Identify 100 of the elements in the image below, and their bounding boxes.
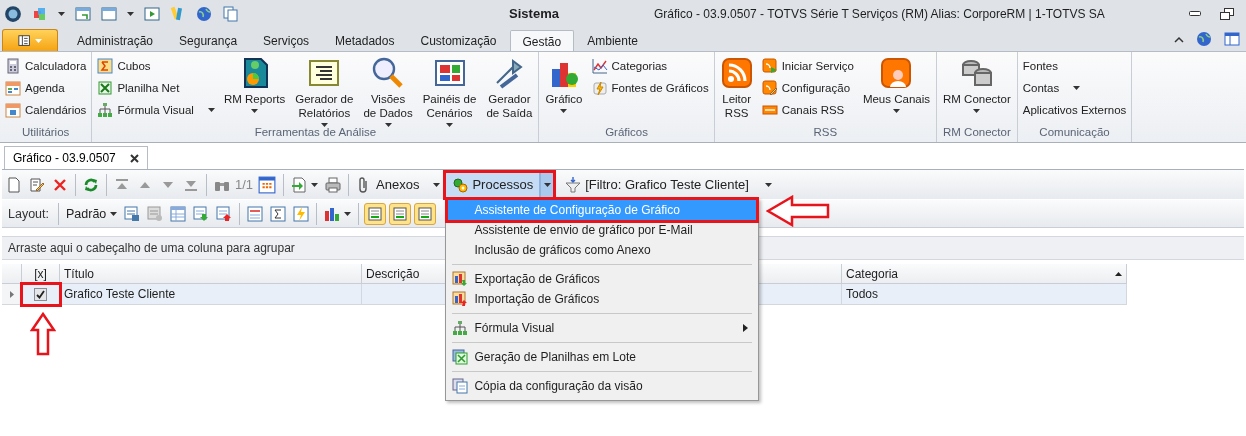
view-toggle-button[interactable] [364, 202, 387, 225]
window-icon [75, 5, 91, 22]
ribbon-large-button[interactable]: RM Reports [219, 54, 290, 113]
ribbon-tab[interactable]: Ambiente [574, 29, 651, 51]
ribbon-button[interactable]: Fontes de Gráficos [588, 78, 712, 98]
menu-item[interactable]: Importação de Gráficos [448, 288, 757, 309]
close-icon[interactable] [129, 153, 139, 163]
ribbon-group-label: Utilitários [21, 126, 71, 140]
collapse-icon[interactable] [1174, 35, 1184, 43]
table-cell: Grafico Teste Cliente [60, 284, 362, 305]
group-panel-hint: Arraste aqui o cabeçalho de uma coluna para agrupar [8, 241, 295, 255]
rss-icon [720, 57, 753, 89]
sigma-icon [97, 58, 114, 74]
gears-icon [452, 176, 469, 193]
grid-save-icon [124, 205, 141, 222]
record-counter: 1/1 [235, 177, 254, 192]
menu-item[interactable]: Inclusão de gráficos como Anexo [448, 239, 757, 260]
spreadsheet-icon [97, 80, 114, 96]
app-orb-icon [4, 4, 22, 23]
calculator-icon [5, 58, 21, 74]
table-columns-icon [247, 205, 264, 222]
ribbon-large-button[interactable]: Visões de Dados [359, 54, 417, 127]
ribbon-button[interactable]: Calendários [2, 100, 90, 120]
spreadsheet-stack-icon [452, 348, 469, 365]
ribbon-button[interactable]: Iniciar Serviço [758, 56, 857, 76]
new-document-icon [6, 176, 22, 193]
window-title: Gráfico - 03.9.0507 - TOTVS Série T Serviços (RM) Alias: CorporeRM | 1-TOTVS SA [654, 6, 1105, 21]
ribbon-button[interactable]: Configuração [758, 78, 857, 98]
attachments-button[interactable]: Anexos [354, 172, 443, 197]
table-upload-icon [216, 205, 233, 222]
bar-chart-icon [324, 205, 341, 222]
ribbon-tab[interactable]: Customização [407, 29, 510, 51]
restore-button[interactable] [1218, 6, 1236, 21]
ribbon-button[interactable]: Canais RSS [758, 100, 857, 120]
rss-icon [761, 80, 778, 96]
restore-icon [1220, 7, 1234, 20]
ribbon-tab[interactable]: Segurança [166, 29, 251, 51]
ribbon-button[interactable]: Calculadora [2, 56, 90, 76]
ribbon-group-label: RM Conector [942, 126, 1012, 140]
processes-dropdown-button[interactable] [540, 171, 555, 198]
annotation-arrow [30, 312, 56, 356]
checkbox[interactable] [34, 287, 47, 301]
ribbon-tab[interactable]: Serviços [250, 29, 323, 51]
menu-icon [18, 33, 32, 48]
lightning-icon [591, 80, 608, 96]
globe-icon [196, 5, 212, 22]
menu-item[interactable]: Geração de Planilhas em Lote [448, 346, 757, 367]
column-header[interactable]: [x] [22, 264, 60, 284]
hierarchy-icon [97, 102, 114, 118]
ribbon-tab[interactable]: Administração [64, 29, 167, 51]
minimize-icon [1189, 10, 1201, 17]
menu-item[interactable]: Assistente de envio de gráfico por E-Mail [448, 219, 757, 240]
ribbon-large-button[interactable]: Gráfico [541, 54, 587, 113]
ribbon-button[interactable]: Fórmula Visual [94, 100, 218, 120]
chart-download-icon [452, 270, 469, 287]
sort-ascending-icon [1115, 271, 1122, 276]
row-indicator-icon [9, 290, 14, 298]
column-header[interactable]: Título [60, 264, 362, 284]
document-tab[interactable]: Gráfico - 03.9.0507 [4, 146, 148, 169]
ribbon-group-label: Ferramentas de Análise [253, 126, 378, 140]
ribbon-large-button[interactable]: RM Conector [939, 54, 1015, 113]
ribbon-tab[interactable]: Metadados [322, 29, 408, 51]
ribbon-tab[interactable]: Gestão [509, 30, 575, 52]
layout-dropdown[interactable]: Padrão [64, 201, 120, 226]
table-lightning-icon [293, 205, 310, 222]
application-menu-button[interactable] [2, 29, 58, 51]
menu-item[interactable]: Fórmula Visual [448, 317, 757, 338]
view-toggle-button[interactable] [414, 202, 437, 225]
ribbon-button[interactable]: Cubos [94, 56, 218, 76]
column-header[interactable]: Categoria [842, 264, 1127, 284]
caret-icon [543, 182, 551, 187]
caret-icon [110, 211, 118, 216]
ribbon-large-button[interactable]: Leitor RSS [716, 54, 757, 120]
ribbon-button[interactable]: Categorias [588, 56, 712, 76]
ribbon-button[interactable]: Agenda [2, 78, 90, 98]
filter-icon [565, 176, 582, 193]
ribbon-large-button[interactable]: Gerador de Saída [482, 54, 537, 120]
caret-icon [35, 38, 42, 43]
refresh-icon [83, 176, 99, 193]
pages-icon [222, 5, 238, 22]
ribbon-large-button[interactable]: Painéis de Cenários [418, 54, 481, 127]
table-rows-icon [417, 205, 434, 222]
caret-icon [433, 182, 441, 187]
ribbon-group-label: RSS [812, 126, 839, 140]
ribbon-large-button[interactable]: Meus Canais [858, 54, 934, 113]
calendar-icon [5, 102, 21, 118]
layout-icon [1224, 31, 1240, 47]
ribbon-button[interactable]: Contas [1019, 78, 1130, 98]
ribbon-button[interactable]: Fontes [1019, 56, 1130, 76]
globe-icon [1196, 31, 1212, 47]
processes-button[interactable]: Processos [445, 171, 541, 198]
filter-button[interactable]: [Filtro: Grafico Teste Cliente] [563, 172, 774, 197]
rss-tag-icon [761, 102, 778, 118]
menu-item[interactable]: Exportação de Gráficos [448, 268, 757, 289]
ribbon-button[interactable]: Aplicativos Externos [1019, 100, 1130, 120]
view-toggle-button[interactable] [389, 202, 412, 225]
play-icon [144, 5, 160, 22]
menu-item[interactable]: Cópia da configuração da visão [448, 375, 757, 396]
ribbon-button[interactable]: Planilha Net [94, 78, 218, 98]
ribbon-large-button[interactable]: Gerador de Relatórios [291, 54, 358, 127]
